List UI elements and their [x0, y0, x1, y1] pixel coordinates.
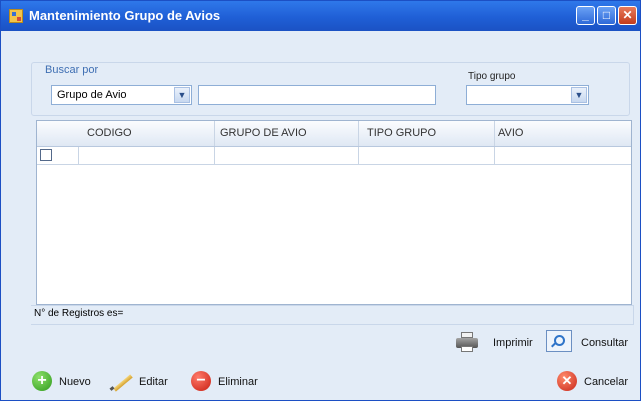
pencil-icon[interactable] [109, 373, 134, 392]
print-button[interactable]: Imprimir [493, 337, 533, 349]
search-icon[interactable] [546, 330, 572, 352]
tipo-grupo-label: Tipo grupo [468, 71, 516, 82]
search-field-value: Grupo de Avio [57, 89, 127, 101]
minimize-icon: _ [582, 8, 589, 22]
column-header-grupo-de-avio[interactable]: GRUPO DE AVIO [220, 127, 307, 139]
close-icon[interactable]: ✕ [557, 371, 577, 391]
minus-icon[interactable]: − [191, 371, 211, 391]
table-row[interactable] [37, 147, 631, 165]
column-divider [214, 121, 215, 146]
app-icon [9, 9, 23, 23]
column-header-codigo[interactable]: CODIGO [87, 127, 132, 139]
tipo-grupo-select[interactable]: ▼ [466, 85, 589, 105]
data-grid[interactable]: CODIGO GRUPO DE AVIO TIPO GRUPO AVIO [36, 120, 632, 305]
grid-header: CODIGO GRUPO DE AVIO TIPO GRUPO AVIO [37, 121, 631, 147]
column-header-avio[interactable]: AVIO [498, 127, 523, 139]
new-button[interactable]: Nuevo [59, 376, 91, 388]
row-divider [358, 147, 359, 164]
column-divider [358, 121, 359, 146]
minimize-button[interactable]: _ [576, 6, 595, 25]
close-icon: ✕ [622, 8, 633, 22]
row-divider [214, 147, 215, 164]
main-window: Mantenimiento Grupo de Avios _ □ ✕ Busca… [0, 0, 641, 401]
toolbar [31, 324, 633, 355]
delete-button[interactable]: Eliminar [218, 376, 258, 388]
chevron-down-icon[interactable]: ▼ [571, 87, 587, 103]
row-divider [494, 147, 495, 164]
edit-button[interactable]: Editar [139, 376, 168, 388]
maximize-button[interactable]: □ [597, 6, 616, 25]
maximize-icon: □ [602, 8, 611, 22]
search-legend: Buscar por [43, 64, 101, 76]
chevron-down-icon[interactable]: ▼ [174, 87, 190, 103]
window-title: Mantenimiento Grupo de Avios [29, 8, 221, 23]
title-bar[interactable]: Mantenimiento Grupo de Avios _ □ ✕ [1, 1, 640, 31]
close-window-button[interactable]: ✕ [618, 6, 637, 25]
search-field-select[interactable]: Grupo de Avio ▼ [51, 85, 192, 105]
row-checkbox[interactable] [40, 149, 52, 161]
search-input[interactable] [198, 85, 436, 105]
cancel-button[interactable]: Cancelar [584, 376, 628, 388]
printer-icon[interactable] [456, 332, 478, 352]
row-divider [78, 147, 79, 164]
consult-button[interactable]: Consultar [581, 337, 628, 349]
column-header-tipo-grupo[interactable]: TIPO GRUPO [367, 127, 436, 139]
column-divider [494, 121, 495, 146]
plus-icon[interactable]: + [32, 371, 52, 391]
record-count-label: N° de Registros es= [34, 308, 124, 319]
